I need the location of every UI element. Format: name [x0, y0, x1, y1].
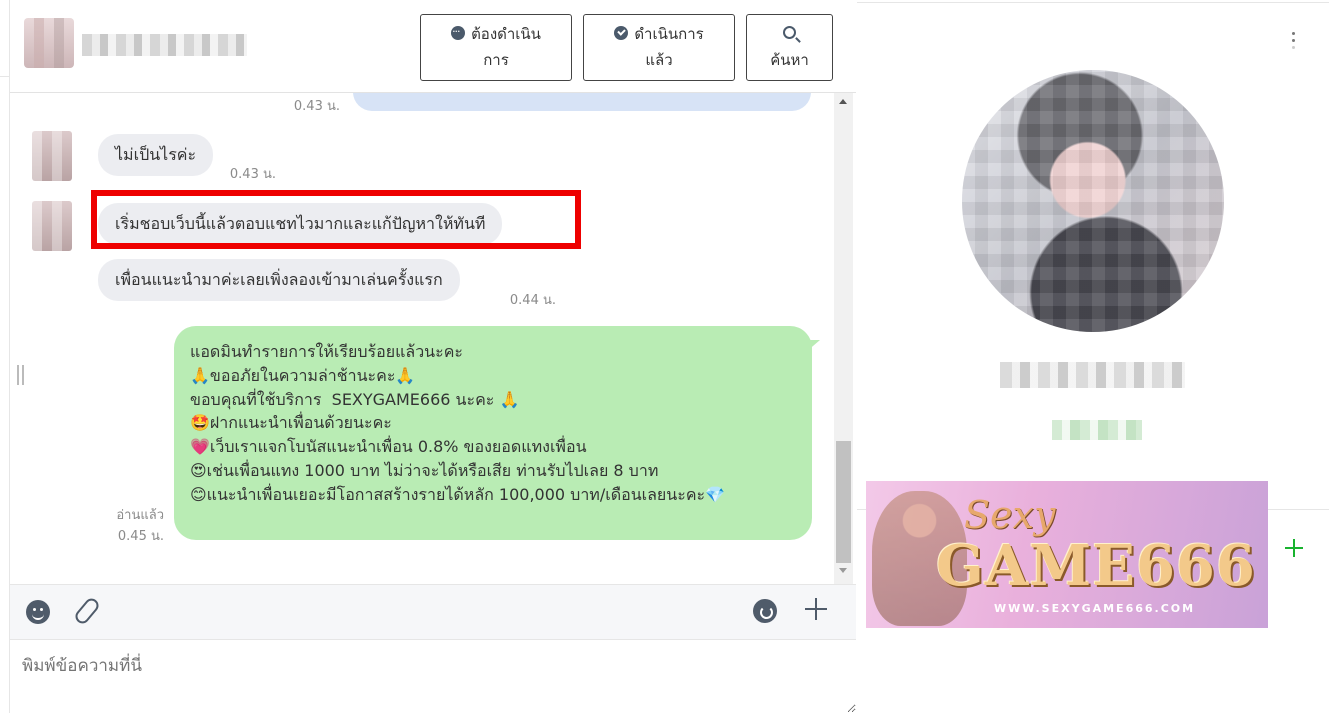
emoji-icon[interactable] [26, 600, 50, 624]
read-status: อ่านแล้ว [116, 508, 164, 523]
done-icon [614, 26, 629, 40]
banner-brand-small: Sexy [964, 493, 1056, 537]
chat-header: ต้องดำเนิน การ ดำเนินการ แล้ว ค้นหา [10, 0, 856, 93]
scroll-thumb[interactable] [836, 441, 851, 563]
scroll-up-arrow-icon[interactable] [839, 99, 847, 104]
scroll-down-arrow-icon[interactable] [839, 568, 847, 573]
left-edge [0, 0, 10, 713]
banner-url: WWW.SEXYGAME666.COM [994, 602, 1196, 615]
banner-brand-big: GAME666 [936, 533, 1256, 599]
attachment-icon[interactable] [72, 595, 102, 627]
chat-template-icon[interactable] [753, 599, 777, 623]
profile-status-blurred [1052, 420, 1142, 440]
profile-panel: Sexy GAME666 WWW.SEXYGAME666.COM [857, 0, 1329, 713]
profile-picture[interactable] [962, 70, 1224, 332]
contact-avatar-small [32, 201, 72, 251]
todo-icon [451, 19, 466, 45]
message-time: 0.43 น. [229, 167, 276, 182]
message-input[interactable] [10, 640, 856, 713]
message-time: 0.44 น. [509, 293, 556, 308]
message-time: 0.45 น. [117, 529, 164, 544]
contact-avatar[interactable] [24, 18, 74, 68]
resize-handle[interactable] [17, 365, 24, 385]
contact-name-blurred [82, 34, 247, 56]
highlight-box [91, 190, 581, 249]
message-list: 0.43 น. ไม่เป็นไรค่ะ 0.43 น. เริ่มชอบเว็… [10, 93, 856, 584]
incoming-message: ไม่เป็นไรค่ะ [98, 134, 214, 176]
search-button[interactable]: ค้นหา [746, 14, 833, 81]
chat-panel: ต้องดำเนิน การ ดำเนินการ แล้ว ค้นหา 0.43… [10, 0, 856, 713]
chat-app: ต้องดำเนิน การ ดำเนินการ แล้ว ค้นหา 0.43… [0, 0, 1329, 713]
add-tag-icon[interactable] [1284, 538, 1304, 558]
outgoing-message: แอดมินทำรายการให้เรียบร้อยแล้วนะคะ 🙏ขออภั… [174, 326, 812, 540]
search-icon [783, 26, 796, 39]
message-time: 0.43 น. [293, 99, 340, 114]
profile-name-blurred [1000, 362, 1185, 388]
todo-button[interactable]: ต้องดำเนิน การ [420, 14, 572, 81]
previous-message-bubble [353, 93, 811, 111]
done-button[interactable]: ดำเนินการ แล้ว [583, 14, 735, 81]
message-scrollbar[interactable] [834, 93, 853, 584]
incoming-message: เพื่อนแนะนำมาค่ะเลยเพิ่งลองเข้ามาเล่นครั… [98, 259, 460, 301]
more-options-icon[interactable] [1287, 30, 1299, 52]
sexygame666-banner[interactable]: Sexy GAME666 WWW.SEXYGAME666.COM [866, 481, 1268, 628]
contact-avatar-small [32, 131, 72, 181]
plus-icon[interactable] [804, 597, 828, 621]
composer-toolbar [10, 584, 856, 640]
